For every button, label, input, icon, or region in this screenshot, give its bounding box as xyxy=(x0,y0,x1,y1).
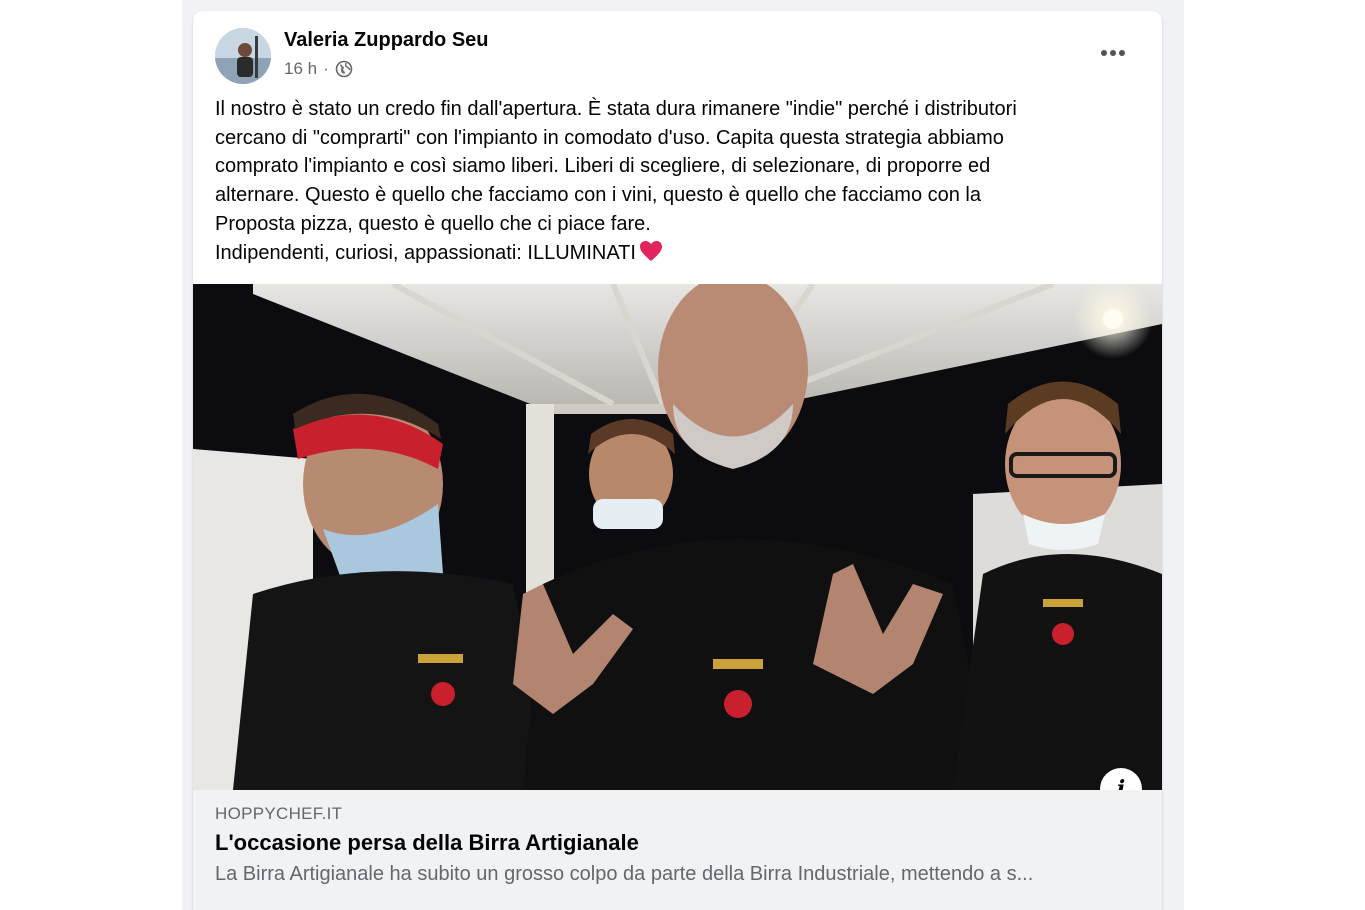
post-text-line: Il nostro è stato un credo fin dall'aper… xyxy=(215,98,1017,120)
post-text-line: comprato l'impianto e così siamo liberi.… xyxy=(215,155,991,178)
post-time[interactable]: 16 h xyxy=(284,59,317,79)
post-text: Il nostro è stato un credo fin dall'aper… xyxy=(215,95,1140,270)
post-text-line: Indipendenti, curiosi, appassionati: ILL… xyxy=(215,241,636,264)
post-meta: 16 h · xyxy=(284,59,353,79)
avatar[interactable] xyxy=(215,28,271,84)
post-text-line-last: Indipendenti, curiosi, appassionati: ILL… xyxy=(215,239,1140,271)
more-options-icon xyxy=(1101,50,1125,56)
link-preview-image[interactable] xyxy=(193,284,1162,790)
author-name[interactable]: Valeria Zuppardo Seu xyxy=(284,29,489,52)
group-photo xyxy=(193,284,1162,790)
globe-icon xyxy=(335,60,353,78)
red-heart-icon xyxy=(639,240,663,271)
more-options-button[interactable] xyxy=(1093,35,1133,71)
link-preview[interactable]: HOPPYCHEF.IT L'occasione persa della Bir… xyxy=(193,790,1162,910)
meta-separator: · xyxy=(323,59,329,78)
avatar-image xyxy=(215,28,271,84)
link-title[interactable]: L'occasione persa della Birra Artigianal… xyxy=(215,830,639,856)
post-text-line: alternare. Questo è quello che facciamo … xyxy=(215,184,981,207)
post-text-line: Proposta pizza, questo è quello che ci p… xyxy=(215,212,651,235)
post-text-line: cercano di "comprarti" con l'impianto in… xyxy=(215,126,1004,149)
post-card: Valeria Zuppardo Seu 16 h · Il nostro è … xyxy=(193,11,1162,910)
link-description: La Birra Artigianale ha subito un grosso… xyxy=(215,863,1034,885)
link-domain: HOPPYCHEF.IT xyxy=(215,804,343,823)
